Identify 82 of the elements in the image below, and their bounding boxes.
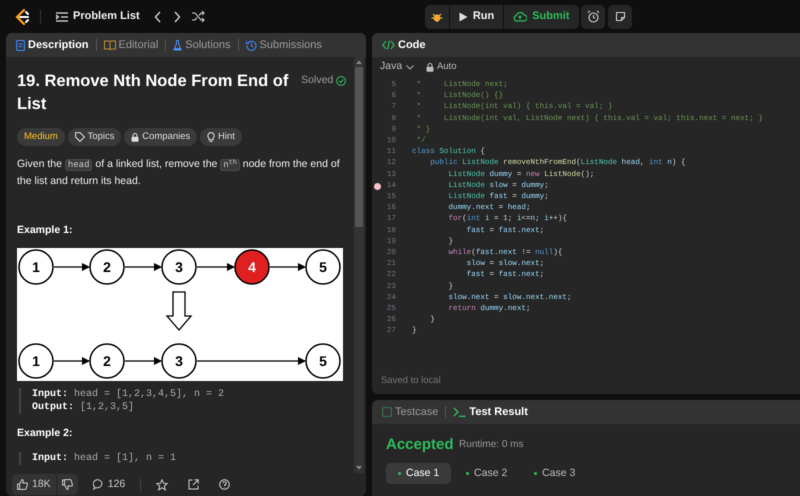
list-node: 5 [305,343,341,379]
chevron-left-icon[interactable] [154,10,162,22]
breakpoint-dot[interactable] [374,182,380,190]
shuffle-icon[interactable] [192,11,206,22]
notes-button[interactable] [608,4,632,28]
timer-button[interactable] [581,4,606,28]
list-node: 3 [161,249,197,285]
terminal-icon [453,407,466,417]
case-tab[interactable]: Case 3 [522,463,588,484]
tab[interactable]: Test Result [451,404,530,420]
list-node: 1 [18,249,54,285]
arrow [197,263,235,271]
problem-description: Given the head of a linked list, remove the n$^{th}$ node from the end of the list and return its head. [17,157,341,190]
arrow [125,357,162,365]
solved-label: Solved [301,73,334,88]
help-icon [219,479,230,490]
lightbulb-icon [207,132,216,142]
tag-button[interactable]: Companies [124,128,198,146]
tab[interactable]: Description [14,36,91,54]
checkbox-icon [382,407,392,417]
alarm-clock-icon [586,10,600,23]
verdict-label: Accepted [386,436,454,454]
list-node: 2 [89,343,125,379]
tag-button[interactable]: Topics [68,128,122,146]
bug-icon [430,10,443,22]
submit-button[interactable]: Submit [504,4,578,28]
problem-title: 19. Remove Nth Node From End of List [17,71,289,115]
history-icon [246,40,257,50]
lock-icon [426,62,434,72]
tab[interactable]: Submissions [244,36,324,54]
list-icon [56,12,68,22]
example-text: Input: head = [1], n = 1 [32,452,178,465]
scroll-down-icon [356,466,362,470]
lock-icon [131,132,140,142]
chevron-right-icon[interactable] [173,10,182,22]
comment-icon [92,479,104,490]
flask-icon [173,40,182,50]
case-tab[interactable]: Case 1 [386,463,452,484]
thumbs-down-icon [62,479,73,490]
share-icon [188,479,200,490]
star-icon [156,478,168,490]
tab[interactable]: Testcase [380,404,440,420]
example-text: Output: [1,2,3,5] [32,401,136,414]
book-icon [104,40,116,50]
list-node: 3 [161,343,197,379]
list-node: 4 [234,249,270,285]
thumbs-up-icon [17,479,28,490]
mode-label: Auto [436,60,456,74]
scrollbar[interactable] [354,57,364,473]
tab[interactable]: Editorial [102,36,160,54]
cloud-upload-icon [513,11,528,22]
arrow [270,263,306,271]
tag-button[interactable]: Hint [200,128,242,146]
run-button[interactable]: Run [450,4,504,28]
problem-list-button[interactable]: Problem List [47,4,149,28]
code-icon [382,40,395,50]
down-arrow [166,291,192,331]
list-node: 2 [89,249,125,285]
check-circle-icon [336,76,346,86]
scroll-up-icon [356,60,362,64]
case-tab[interactable]: Case 2 [454,463,520,484]
example-text: Input: head = [1,2,3,4,5], n = 2 [32,388,226,401]
arrow [54,357,90,365]
arrow [125,263,162,271]
language-dropdown[interactable]: Java [380,56,414,78]
list-node: 1 [18,343,54,379]
difficulty-tag: Medium [17,128,65,146]
runtime-label: Runtime: 0 ms [459,438,524,452]
example-heading: Example 1: [17,223,74,238]
play-icon [458,12,468,22]
logo-icon[interactable] [14,8,30,26]
chevron-down-icon [406,64,414,70]
note-icon [614,11,626,22]
tab[interactable]: Code [380,36,428,54]
arrow [54,263,90,271]
save-status: Saved to local [380,374,441,388]
document-icon [16,40,25,50]
list-node: 5 [305,249,341,285]
example-heading: Example 2: [17,426,74,441]
comments-button[interactable]: 126 [88,474,130,495]
tag-icon [74,132,85,142]
tab[interactable]: Solutions [171,36,233,54]
